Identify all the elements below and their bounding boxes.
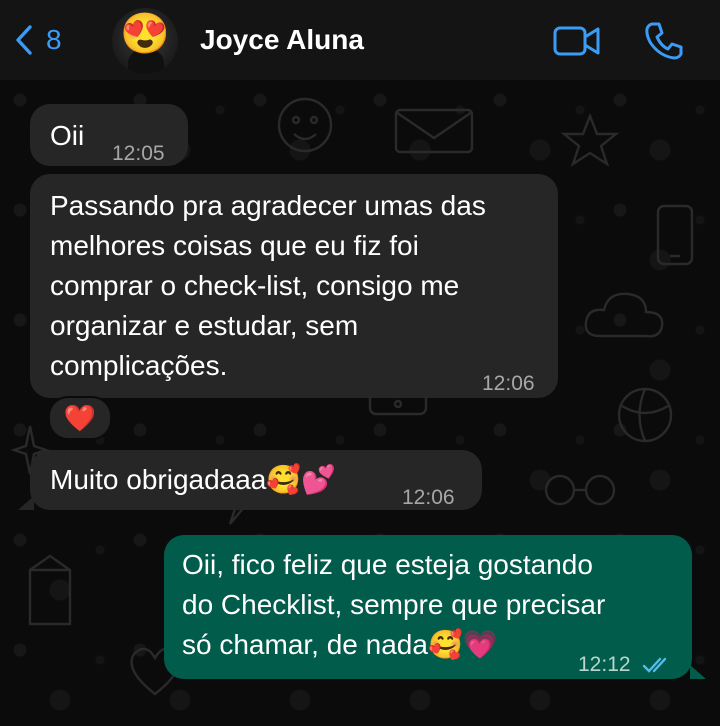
message-bubble-incoming[interactable]: Passando pra agradecer umas das melhores… xyxy=(30,174,558,398)
back-button[interactable]: 8 xyxy=(14,20,84,60)
doodle-phone-icon xyxy=(656,204,694,266)
bubble-tail xyxy=(18,496,34,510)
voice-call-button[interactable] xyxy=(642,18,686,67)
contact-name[interactable]: Joyce Aluna xyxy=(200,24,364,56)
doodle-carton-icon xyxy=(28,554,72,626)
message-time: 12:06 xyxy=(402,486,455,509)
message-bubble-outgoing[interactable]: Oii, fico feliz que esteja gostando do C… xyxy=(164,535,692,679)
unread-count: 8 xyxy=(46,24,62,55)
double-check-icon xyxy=(643,658,667,674)
video-camera-icon xyxy=(553,26,600,56)
message-text: Oii, fico feliz que esteja gostando do C… xyxy=(182,549,606,660)
bubble-tail xyxy=(690,665,706,679)
avatar[interactable]: 😍 xyxy=(112,8,178,74)
message-text: Passando pra agradecer umas das melhores… xyxy=(50,190,486,381)
doodle-smiley-icon xyxy=(277,97,333,153)
heart-reaction-emoji: ❤️ xyxy=(63,402,97,433)
video-call-button[interactable] xyxy=(552,24,602,63)
message-text: Muito obrigadaaa🥰💕 xyxy=(50,464,337,495)
chevron-left-icon xyxy=(16,25,32,55)
message-bubble-incoming[interactable]: Oii 12:05 xyxy=(30,104,188,166)
doodle-ball-icon xyxy=(617,387,673,443)
avatar-emoji: 😍 xyxy=(120,12,170,56)
message-bubble-incoming[interactable]: Muito obrigadaaa🥰💕 12:06 xyxy=(30,450,482,510)
doodle-glasses-icon xyxy=(544,474,616,506)
doodle-star-icon xyxy=(560,112,620,167)
message-time-label: 12:12 xyxy=(578,653,631,676)
chat-header: 8 😍 Joyce Aluna xyxy=(0,0,720,80)
message-time: 12:12 xyxy=(578,645,674,685)
doodle-cloud-icon xyxy=(584,292,664,338)
doodle-envelope-icon xyxy=(394,108,474,154)
message-text: Oii xyxy=(50,120,85,151)
message-time: 12:05 xyxy=(112,142,165,165)
message-reaction[interactable]: ❤️ xyxy=(48,396,112,440)
message-time: 12:06 xyxy=(482,372,535,395)
phone-icon xyxy=(645,22,683,60)
